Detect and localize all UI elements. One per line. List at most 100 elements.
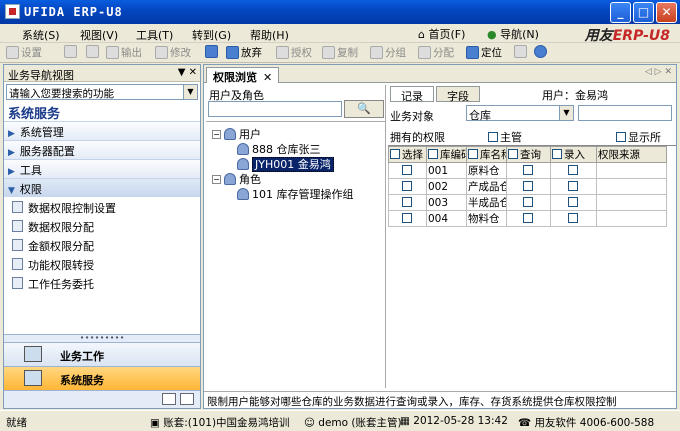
setup-button[interactable]: 设置 [6,45,42,61]
col-select[interactable]: 选择 [388,146,427,163]
collapse-icon[interactable]: − [212,130,221,139]
nav-group-tools[interactable]: ▶ 工具 [4,159,200,178]
select-checkbox[interactable] [401,212,412,223]
table-row[interactable]: 004 物料仓 [388,210,667,227]
col-query[interactable]: 查询 [506,146,551,163]
nav-header-icons[interactable]: ▼ ✕ [178,67,197,78]
tree-node-roles[interactable]: − 角色 [212,173,261,187]
section-title: 系统服务 [8,107,61,122]
doc-icon [12,277,23,289]
col-entry[interactable]: 录入 [550,146,597,163]
entry-checkbox[interactable] [567,196,578,207]
checkbox-icon [552,149,562,159]
user-search-input[interactable] [208,101,342,117]
query-checkbox[interactable] [522,196,533,207]
locate-icon [466,46,479,59]
description-bar: 限制用户能够对哪些仓库的业务数据进行查询或录入，库存、存货系统提供仓库权限控制 [204,391,676,408]
nav-menu[interactable]: ● 导航(N) [487,26,539,42]
toolbar: 设置 输出 修改 放弃 授权 复制 分组 分配 定位 [0,43,680,63]
show-all-checkbox[interactable]: 显示所 [616,129,661,145]
collapse-icon[interactable]: − [212,175,221,184]
biz-object-label: 业务对象 [390,110,434,123]
splitter-grip[interactable]: ∙∙∙∙∙∙∙∙∙ [4,334,200,342]
menu-system[interactable]: 系统(S) [22,27,60,43]
query-checkbox[interactable] [522,164,533,175]
tab-field[interactable]: 字段 [436,86,480,103]
copy-button[interactable]: 复制 [322,45,358,61]
chevron-down-icon[interactable]: ▼ [183,85,197,99]
entry-checkbox[interactable] [567,180,578,191]
select-checkbox[interactable] [401,164,412,175]
home-menu[interactable]: ⌂ 首页(F) [418,26,465,42]
tab-permission-browse[interactable]: 权限浏览 ✕ [206,67,280,84]
options-icon[interactable] [180,393,194,405]
menu-view[interactable]: 视图(V) [80,27,118,43]
group-button[interactable]: 分组 [370,45,406,61]
maximize-button[interactable]: □ [633,2,654,23]
tab-close-icon[interactable]: ✕ [263,71,272,84]
tab-record[interactable]: 记录 [390,86,434,103]
table-row[interactable]: 002 产成品仓 [388,178,667,195]
tree-node-user-jyh001[interactable]: JYH001 金易鸿 [234,157,334,172]
assign-icon [418,46,431,59]
entry-checkbox[interactable] [567,212,578,223]
output-icon [106,46,119,59]
output-button[interactable]: 输出 [106,45,142,61]
permission-grid: 选择 库编码 库名称 查询 录入 权限来源 001 原料仓 [388,145,676,388]
entry-checkbox[interactable] [567,164,578,175]
select-checkbox[interactable] [401,196,412,207]
abandon-button[interactable]: 放弃 [226,45,262,61]
preview-button[interactable] [86,45,101,61]
menu-goto[interactable]: 转到(G) [192,27,231,43]
save-button[interactable] [205,45,220,61]
nav-group-server-config[interactable]: ▶ 服务器配置 [4,140,200,159]
nav-item-data-permission-control[interactable]: 数据权限控制设置 [4,197,200,216]
nav-item-data-permission-assign[interactable]: 数据权限分配 [4,216,200,235]
modify-button[interactable]: 修改 [155,45,191,61]
find-button[interactable]: 🔍 [344,100,384,118]
tab-business-work[interactable]: 业务工作 [4,342,200,366]
menu-help[interactable]: 帮助(H) [250,27,289,43]
tree-node-users[interactable]: − 用户 [212,128,261,142]
expand-arrow-icon: ▶ [8,167,15,177]
chevron-down-icon[interactable]: ▼ [559,106,573,120]
tree-node-user-888[interactable]: 888 仓库张三 [234,143,321,157]
doc-icon [12,220,23,232]
main-panel: 权限浏览 ✕ ◁ ▷ ✕ 用户及角色 🔍 − 用户 888 仓库张三 JYH001 … [203,64,677,409]
tab-system-service[interactable]: 系统服务 [4,366,200,390]
col-name[interactable]: 库名称 [466,146,507,163]
layout-icon[interactable] [162,393,176,405]
nav-item-task-delegation[interactable]: 工作任务委托 [4,273,200,292]
col-source[interactable]: 权限来源 [596,146,667,163]
select-checkbox[interactable] [401,180,412,191]
nav-bottom-tabs: ∙∙∙∙∙∙∙∙∙ 业务工作 系统服务 [4,334,200,408]
nav-item-amount-permission-assign[interactable]: 金额权限分配 [4,235,200,254]
tab-nav-icons[interactable]: ◁ ▷ ✕ [645,67,672,77]
query-checkbox[interactable] [522,212,533,223]
col-code[interactable]: 库编码 [426,146,467,163]
business-nav-panel: 业务导航视图 ▼ ✕ 请输入您要搜索的功能 ▼ 系统服务 ▶ 系统管理 ▶ 服务器配… [3,64,201,409]
function-search-input[interactable]: 请输入您要搜索的功能 ▼ [6,84,198,100]
biz-object-extra-input[interactable] [578,105,672,121]
nav-item-function-permission-transfer[interactable]: 功能权限转授 [4,254,200,273]
biz-object-select[interactable]: 仓库 ▼ [466,105,574,122]
help-button[interactable] [534,45,549,61]
menu-tools[interactable]: 工具(T) [136,27,173,43]
user-group-icon [224,128,236,140]
assign-button[interactable]: 分配 [418,45,454,61]
locate-button[interactable]: 定位 [466,45,502,61]
query-checkbox[interactable] [522,180,533,191]
table-row[interactable]: 003 半成品仓 [388,194,667,211]
minimize-button[interactable]: _ [610,2,631,23]
nav-group-system-admin[interactable]: ▶ 系统管理 [4,121,200,140]
table-row[interactable]: 001 原料仓 [388,162,667,179]
nav-group-permissions[interactable]: ▼ 权限 [4,178,200,197]
refresh-button[interactable] [514,45,529,61]
supervisor-checkbox[interactable]: 主管 [488,129,522,145]
authorize-button[interactable]: 授权 [276,45,312,61]
print-button[interactable] [64,45,79,61]
tree-node-role-101[interactable]: 101 库存管理操作组 [234,188,354,202]
close-button[interactable]: ✕ [656,2,677,23]
status-date: ▦ 2012-05-28 13:42 [400,415,508,427]
binoculars-icon: 🔍 [357,102,371,115]
